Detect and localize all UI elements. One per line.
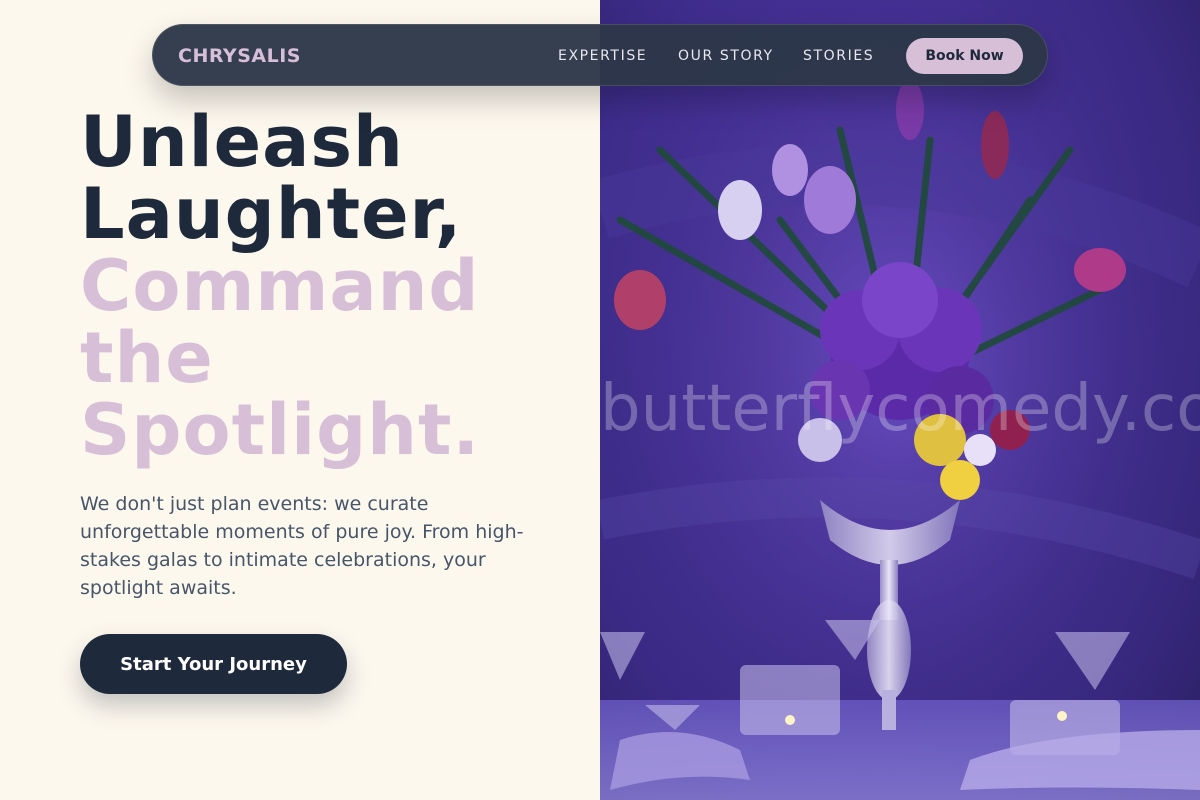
headline-line-3: Command (80, 245, 480, 327)
nav-link-our-story[interactable]: OUR STORY (678, 25, 774, 87)
headline-line-4: the (80, 317, 214, 399)
headline-line-2: Laughter, (80, 173, 463, 255)
nav-link-stories[interactable]: STORIES (803, 25, 874, 87)
start-journey-button[interactable]: Start Your Journey (80, 634, 347, 694)
headline-line-5: Spotlight. (80, 389, 481, 471)
floral-centerpiece-image: butterflycomedy.com (600, 0, 1200, 800)
landing-page: Unleash Laughter, Command the Spotlight.… (0, 0, 1200, 800)
headline-line-1: Unleash (80, 101, 404, 183)
top-navbar: CHRYSALIS EXPERTISE OUR STORY STORIES Bo… (152, 24, 1048, 86)
hero-text-panel: Unleash Laughter, Command the Spotlight.… (0, 0, 600, 800)
hero-subtext: We don't just plan events: we curate unf… (80, 493, 524, 599)
nav-link-expertise[interactable]: EXPERTISE (558, 25, 647, 87)
book-now-button[interactable]: Book Now (906, 38, 1023, 74)
brand-logo[interactable]: CHRYSALIS (178, 25, 301, 87)
hero-headline: Unleash Laughter, Command the Spotlight. (80, 106, 580, 466)
watermark-text: butterflycomedy.com (600, 372, 1200, 446)
